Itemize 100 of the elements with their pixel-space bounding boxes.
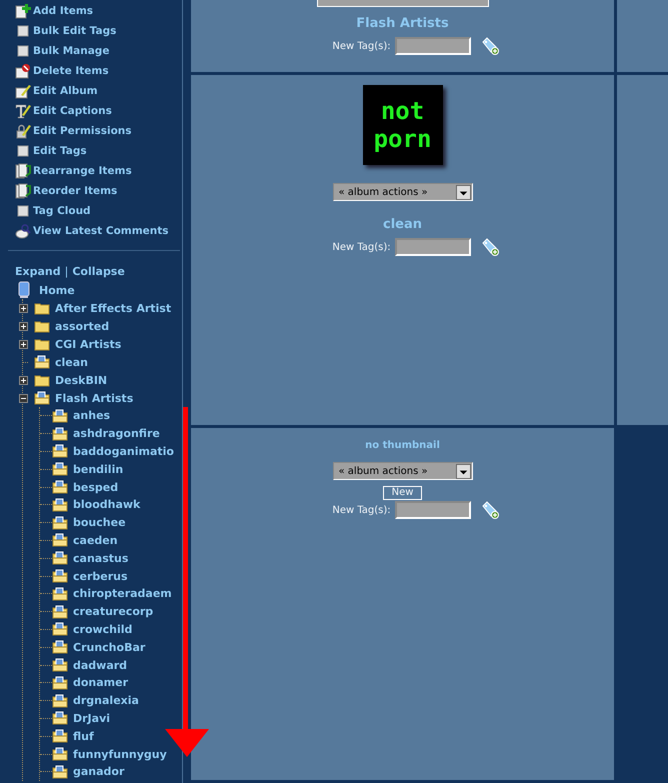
tag-input-field[interactable] — [394, 238, 471, 256]
photo-folder-icon — [52, 711, 68, 726]
photo-folder-icon — [52, 516, 68, 530]
sidebar-action-link[interactable]: Delete Items — [33, 65, 109, 77]
sidebar-action-link[interactable]: Edit Tags — [33, 145, 87, 157]
album-actions-dropdown[interactable] — [316, 0, 488, 7]
sidebar-action-link[interactable]: Bulk Manage — [33, 45, 110, 57]
tree-item[interactable]: canastus — [73, 552, 128, 565]
add-icon — [15, 3, 31, 19]
photo-folder-icon — [52, 729, 68, 744]
photo-folder-icon — [52, 551, 68, 566]
tree-item[interactable]: crowchild — [73, 622, 132, 636]
tag-label: New Tag(s): — [332, 40, 391, 52]
photo-folder-icon — [52, 604, 68, 619]
tree-item[interactable]: baddoganimatio — [73, 444, 174, 458]
minus-icon[interactable] — [19, 394, 28, 402]
plus-icon[interactable] — [19, 304, 28, 312]
tree-item[interactable]: fluf — [73, 730, 94, 743]
tag-label: New Tag(s): — [332, 504, 391, 516]
thumbnail-text: porn — [374, 126, 432, 152]
sidebar-action-link[interactable]: View Latest Comments — [33, 225, 169, 237]
delete-icon — [15, 63, 31, 79]
separator-text: | — [64, 265, 68, 278]
sidebar-action-link[interactable]: Tag Cloud — [33, 205, 91, 217]
sidebar-action-link[interactable]: Edit Album — [33, 85, 98, 97]
tree-item[interactable]: assorted — [55, 320, 110, 332]
photo-folder-icon — [52, 676, 68, 690]
plus-icon[interactable] — [19, 340, 28, 348]
photo-folder-icon — [52, 694, 68, 708]
tree-item[interactable]: cerberus — [73, 570, 128, 583]
new-button[interactable]: New — [382, 486, 422, 500]
photo-folder-icon — [52, 622, 68, 636]
tree-item[interactable]: ashdragonfire — [73, 427, 160, 440]
lock-icon — [15, 123, 31, 139]
tag-input-field[interactable] — [394, 501, 471, 519]
photo-folder-icon — [52, 569, 68, 584]
tree-item[interactable]: After Effects Artist — [55, 302, 172, 314]
photo-folder-icon — [52, 426, 68, 441]
comment-icon — [15, 223, 31, 239]
photo-folder-icon — [52, 480, 68, 494]
photo-folder-icon — [52, 533, 68, 548]
tree-item[interactable]: creaturecorp — [73, 605, 154, 618]
sidebar-action-link[interactable]: Reorder Items — [33, 185, 118, 197]
photo-folder-icon — [52, 658, 68, 672]
tag-label: New Tag(s): — [332, 242, 391, 252]
tree-item[interactable]: CrunchoBar — [73, 640, 146, 654]
add-tag-icon[interactable] — [480, 501, 499, 519]
sidebar-action-link[interactable]: Bulk Edit Tags — [33, 25, 116, 37]
tree-item[interactable]: drgnalexia — [73, 694, 139, 708]
photo-folder-icon — [52, 498, 68, 512]
photo-folder-icon — [52, 586, 68, 601]
tree-item[interactable]: ganador — [73, 765, 124, 778]
tree-item[interactable]: chiropteradaem — [73, 587, 172, 600]
square-icon — [15, 43, 31, 59]
tree-item[interactable]: anhes — [73, 409, 110, 422]
square-icon — [15, 143, 31, 159]
tree-item[interactable]: donamer — [73, 676, 128, 690]
add-tag-icon[interactable] — [480, 238, 499, 256]
tree-item[interactable]: bouchee — [73, 516, 126, 530]
photo-folder-icon — [52, 444, 68, 458]
tree-item[interactable]: bendilin — [73, 462, 124, 476]
tree-item[interactable]: clean — [55, 356, 88, 368]
empty-cell — [617, 0, 668, 72]
square-icon — [15, 203, 31, 219]
pencil-icon — [15, 83, 31, 99]
plus-icon[interactable] — [19, 322, 28, 330]
caption-icon — [15, 103, 31, 119]
plus-icon[interactable] — [19, 376, 28, 384]
tree-item[interactable]: dadward — [73, 658, 128, 672]
pages-icon — [15, 183, 31, 199]
tree-item[interactable]: caeden — [73, 534, 118, 547]
photo-folder-icon — [52, 764, 68, 779]
tag-input-field[interactable] — [394, 37, 471, 55]
add-tag-icon[interactable] — [480, 37, 499, 55]
tree-item[interactable]: bloodhawk — [73, 498, 140, 512]
tree-item[interactable]: besped — [73, 480, 118, 494]
sidebar-action-link[interactable]: Add Items — [33, 5, 94, 17]
expand-link[interactable]: Expand — [15, 265, 61, 278]
tree-item[interactable]: Home — [39, 284, 75, 296]
tree-item[interactable]: DrJavi — [73, 712, 110, 725]
sidebar-action-link[interactable]: Rearrange Items — [33, 165, 132, 177]
computer-icon — [17, 281, 31, 299]
pages-icon — [15, 163, 31, 179]
thumbnail-text: not — [380, 98, 424, 124]
photo-folder-icon — [52, 408, 68, 423]
sidebar-action-link[interactable]: Edit Permissions — [33, 125, 132, 137]
tree-item[interactable]: CGI Artists — [55, 338, 122, 350]
photo-folder-icon — [52, 747, 68, 762]
tree-item[interactable]: DeskBIN — [55, 374, 108, 386]
collapse-link[interactable]: Collapse — [72, 265, 125, 278]
album-actions-dropdown[interactable]: « album actions » — [332, 462, 472, 480]
album-actions-dropdown[interactable]: « album actions » — [332, 183, 472, 201]
photo-folder-icon — [52, 462, 68, 476]
tree-item[interactable]: funnyfunnyguy — [73, 748, 167, 761]
tree-item[interactable]: Flash Artists — [55, 392, 134, 404]
album-thumbnail[interactable]: not porn — [362, 85, 442, 165]
sidebar-action-link[interactable]: Edit Captions — [33, 105, 112, 117]
square-icon — [15, 23, 31, 39]
photo-folder-icon — [52, 640, 68, 654]
no-thumbnail-text: no thumbnail — [365, 440, 440, 451]
